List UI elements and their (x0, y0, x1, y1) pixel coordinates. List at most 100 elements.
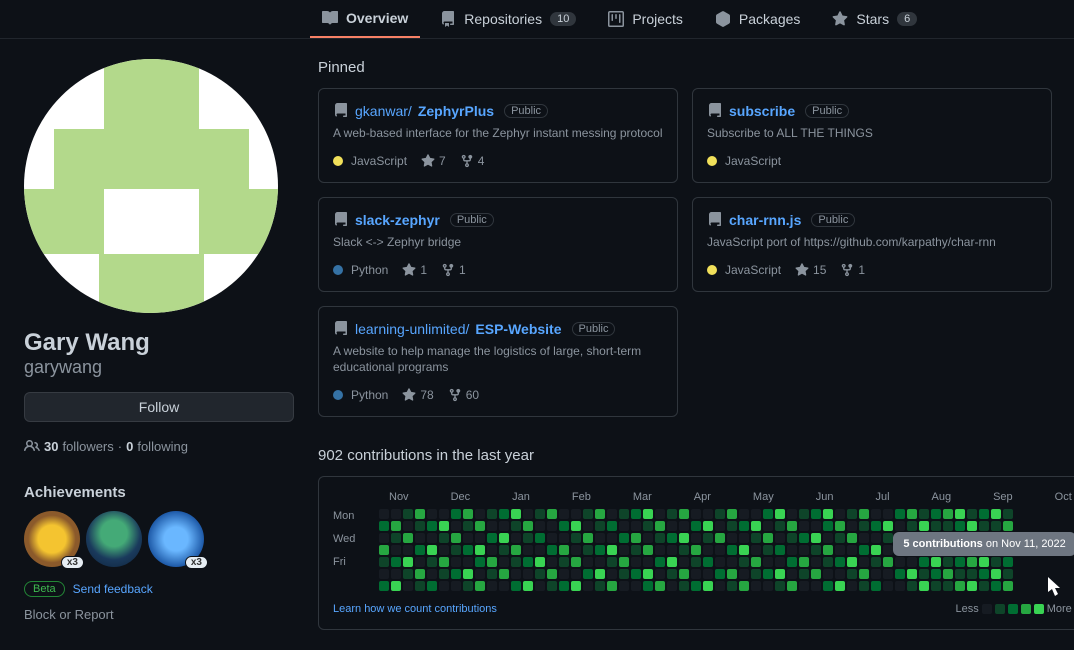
contribution-cell[interactable] (847, 521, 857, 531)
contribution-cell[interactable] (823, 569, 833, 579)
contribution-cell[interactable] (679, 533, 689, 543)
contribution-cell[interactable] (751, 521, 761, 531)
contribution-cell[interactable] (727, 509, 737, 519)
contribution-cell[interactable] (691, 545, 701, 555)
contribution-cell[interactable] (895, 557, 905, 567)
contribution-cell[interactable] (451, 569, 461, 579)
contribution-cell[interactable] (763, 545, 773, 555)
contribution-cell[interactable] (643, 509, 653, 519)
contribution-cell[interactable] (403, 521, 413, 531)
contribution-cell[interactable] (979, 569, 989, 579)
contribution-cell[interactable] (559, 581, 569, 591)
contribution-cell[interactable] (703, 581, 713, 591)
repo-card[interactable]: char-rnn.js PublicJavaScript port of htt… (692, 197, 1052, 292)
contribution-cell[interactable] (475, 521, 485, 531)
achievement-badge[interactable]: x3 (24, 511, 80, 567)
contribution-cell[interactable] (739, 569, 749, 579)
contribution-cell[interactable] (499, 569, 509, 579)
contribution-cell[interactable] (967, 581, 977, 591)
tab-packages[interactable]: Packages (703, 1, 812, 37)
contribution-cell[interactable] (751, 545, 761, 555)
contribution-cell[interactable] (439, 545, 449, 555)
contribution-cell[interactable] (679, 509, 689, 519)
contribution-cell[interactable] (571, 557, 581, 567)
contribution-cell[interactable] (775, 581, 785, 591)
contribution-cell[interactable] (379, 521, 389, 531)
contribution-cell[interactable] (619, 569, 629, 579)
contribution-cell[interactable] (847, 509, 857, 519)
contribution-cell[interactable] (547, 521, 557, 531)
contribution-cell[interactable] (631, 509, 641, 519)
contribution-cell[interactable] (619, 581, 629, 591)
contribution-cell[interactable] (643, 581, 653, 591)
contribution-cell[interactable] (595, 557, 605, 567)
contribution-cell[interactable] (751, 581, 761, 591)
contribution-cell[interactable] (487, 581, 497, 591)
contribution-cell[interactable] (775, 533, 785, 543)
send-feedback-link[interactable]: Send feedback (73, 582, 153, 596)
contribution-cell[interactable] (463, 545, 473, 555)
contribution-cell[interactable] (739, 557, 749, 567)
contribution-cell[interactable] (499, 557, 509, 567)
contribution-cell[interactable] (943, 581, 953, 591)
contribution-cell[interactable] (571, 545, 581, 555)
contribution-cell[interactable] (643, 557, 653, 567)
contribution-cell[interactable] (631, 557, 641, 567)
contribution-cell[interactable] (691, 569, 701, 579)
contribution-cell[interactable] (859, 557, 869, 567)
contribution-cell[interactable] (811, 545, 821, 555)
contribution-cell[interactable] (535, 521, 545, 531)
contribution-cell[interactable] (475, 545, 485, 555)
contribution-cell[interactable] (499, 533, 509, 543)
contribution-cell[interactable] (643, 569, 653, 579)
contribution-cell[interactable] (391, 545, 401, 555)
contribution-cell[interactable] (679, 581, 689, 591)
contribution-cell[interactable] (439, 557, 449, 567)
contribution-cell[interactable] (991, 521, 1001, 531)
contribution-cell[interactable] (499, 545, 509, 555)
contribution-cell[interactable] (631, 569, 641, 579)
contribution-cell[interactable] (379, 581, 389, 591)
contribution-cell[interactable] (847, 557, 857, 567)
contribution-cell[interactable] (703, 509, 713, 519)
contribution-cell[interactable] (439, 509, 449, 519)
contribution-cell[interactable] (967, 557, 977, 567)
contribution-cell[interactable] (787, 521, 797, 531)
contribution-cell[interactable] (499, 581, 509, 591)
contribution-cell[interactable] (1003, 521, 1013, 531)
contribution-cell[interactable] (847, 569, 857, 579)
tab-stars[interactable]: Stars 6 (820, 1, 929, 37)
contribution-cell[interactable] (583, 509, 593, 519)
contribution-cell[interactable] (463, 533, 473, 543)
contribution-cell[interactable] (871, 521, 881, 531)
contribution-cell[interactable] (799, 533, 809, 543)
contribution-cell[interactable] (871, 533, 881, 543)
contribution-cell[interactable] (655, 533, 665, 543)
avatar[interactable] (24, 59, 278, 313)
contribution-cell[interactable] (511, 509, 521, 519)
contribution-cell[interactable] (787, 533, 797, 543)
repo-card[interactable]: slack-zephyr PublicSlack <-> Zephyr brid… (318, 197, 678, 292)
contribution-cell[interactable] (439, 521, 449, 531)
contribution-cell[interactable] (499, 509, 509, 519)
contribution-cell[interactable] (523, 533, 533, 543)
contribution-cell[interactable] (619, 509, 629, 519)
contribution-cell[interactable] (895, 569, 905, 579)
contribution-cell[interactable] (847, 545, 857, 555)
contribution-cell[interactable] (463, 581, 473, 591)
contribution-cell[interactable] (499, 521, 509, 531)
contribution-cell[interactable] (595, 569, 605, 579)
contribution-cell[interactable] (415, 509, 425, 519)
contribution-cell[interactable] (631, 533, 641, 543)
contribution-cell[interactable] (847, 533, 857, 543)
contribution-cell[interactable] (415, 545, 425, 555)
contribution-cell[interactable] (763, 557, 773, 567)
contribution-cell[interactable] (667, 557, 677, 567)
contribution-cell[interactable] (595, 581, 605, 591)
contribution-cell[interactable] (787, 545, 797, 555)
contribution-cell[interactable] (667, 545, 677, 555)
contribution-cell[interactable] (823, 533, 833, 543)
contribution-cell[interactable] (763, 521, 773, 531)
contribution-cell[interactable] (919, 569, 929, 579)
contribution-cell[interactable] (835, 569, 845, 579)
